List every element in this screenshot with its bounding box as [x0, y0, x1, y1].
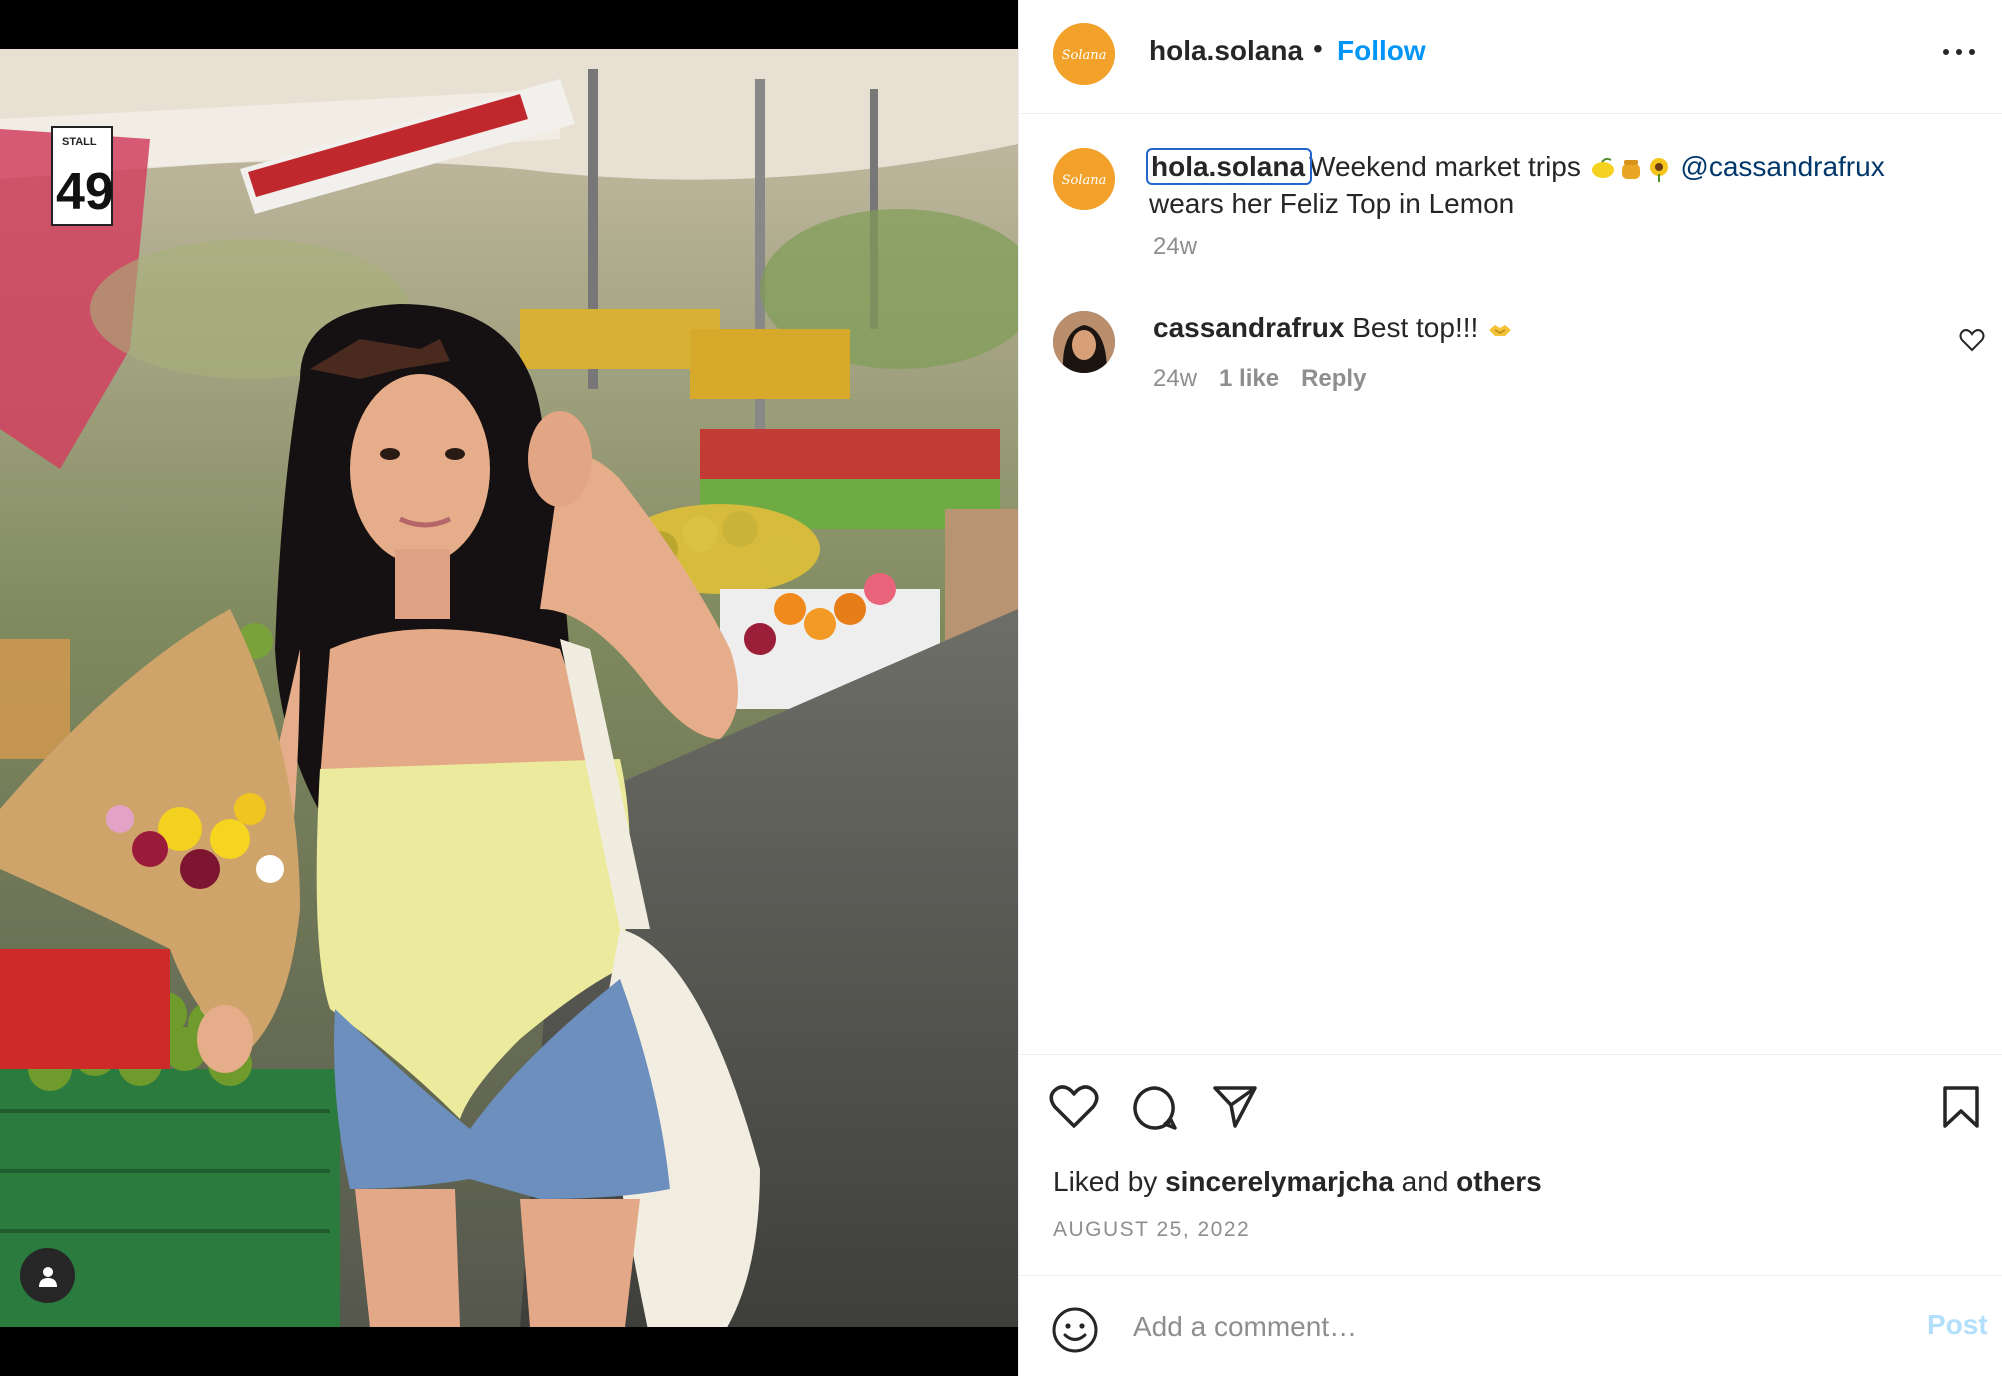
comment-text: Best top!!! — [1352, 312, 1487, 343]
commenter-avatar[interactable] — [1053, 311, 1115, 373]
caption-body-continued: wears her Feliz Top in Lemon — [1149, 188, 1515, 219]
likes-summary: Liked by sincerelymarjcha and others — [1053, 1166, 1542, 1198]
post-photo[interactable]: STALL 49 — [0, 49, 1018, 1327]
caption-username[interactable]: hola.solana — [1145, 148, 1313, 185]
commenter-photo — [1053, 311, 1115, 373]
comment-timestamp[interactable]: 24w — [1153, 365, 1197, 392]
liked-by-user-link[interactable]: sincerelymarjcha — [1165, 1166, 1394, 1197]
add-comment-bar: Post — [1019, 1275, 2002, 1376]
more-dot — [1969, 49, 1975, 55]
caption-timestamp[interactable]: 24w — [1153, 233, 1197, 261]
comment-bubble-icon[interactable] — [1131, 1084, 1179, 1132]
post-caption: hola.solana Weekend market trips @cassand… — [1145, 148, 1959, 222]
caption-mention-link[interactable]: @cassandrafrux — [1680, 151, 1884, 182]
author-avatar[interactable]: Solana — [1053, 23, 1115, 85]
actions-divider — [1019, 1054, 2002, 1055]
person-icon — [38, 1266, 57, 1287]
sunflower-icon — [1649, 157, 1668, 182]
comment-reply-button[interactable]: Reply — [1301, 365, 1366, 392]
commenter-username[interactable]: cassandrafrux — [1153, 312, 1344, 343]
caption-body: Weekend market trips — [1309, 151, 1589, 182]
bookmark-icon[interactable] — [1941, 1084, 1981, 1130]
lemon-icon — [1591, 157, 1614, 178]
add-comment-input[interactable] — [1131, 1304, 1835, 1350]
post-side-panel: Solana hola.solana • Follow Solana hola.… — [1018, 0, 2002, 1376]
honey-pot-icon — [1621, 159, 1640, 179]
comment-heart-icon[interactable] — [1959, 328, 1985, 352]
handshake-icon — [1489, 324, 1512, 336]
send-icon[interactable] — [1211, 1084, 1259, 1130]
follow-button[interactable]: Follow — [1337, 35, 1426, 67]
media-pane: STALL 49 — [0, 0, 1018, 1376]
author-username[interactable]: hola.solana — [1149, 35, 1303, 67]
header-separator: • — [1313, 33, 1323, 64]
comment-like-count[interactable]: 1 like — [1219, 365, 1279, 392]
more-options-button[interactable] — [1939, 36, 1979, 66]
post-comment-button[interactable]: Post — [1927, 1309, 1988, 1341]
emoji-smiley-icon[interactable] — [1051, 1306, 1099, 1354]
avatar-logo-text: Solana — [1062, 48, 1107, 63]
likes-prefix: Liked by — [1053, 1166, 1166, 1197]
more-dot — [1956, 49, 1962, 55]
comment-meta: 24w 1 like Reply — [1153, 365, 1388, 393]
likes-middle: and — [1393, 1166, 1457, 1197]
liked-by-others-link[interactable]: others — [1456, 1166, 1542, 1197]
post-header: Solana hola.solana • Follow — [1019, 0, 2002, 114]
tagged-users-button[interactable] — [20, 1248, 75, 1303]
stall-number: 49 — [56, 163, 114, 221]
solana-logo-icon: Solana — [1053, 148, 1115, 210]
stall-label: STALL — [62, 136, 97, 148]
market-photo-illustration: STALL 49 — [0, 49, 1018, 1327]
solana-logo-icon: Solana — [1053, 23, 1115, 85]
avatar-logo-text: Solana — [1062, 173, 1107, 188]
post-date[interactable]: AUGUST 25, 2022 — [1053, 1218, 1250, 1242]
heart-icon[interactable] — [1049, 1084, 1099, 1130]
comment-body: cassandrafrux Best top!!! — [1153, 312, 1514, 344]
caption-author-avatar[interactable]: Solana — [1053, 148, 1115, 210]
more-dot — [1943, 49, 1949, 55]
